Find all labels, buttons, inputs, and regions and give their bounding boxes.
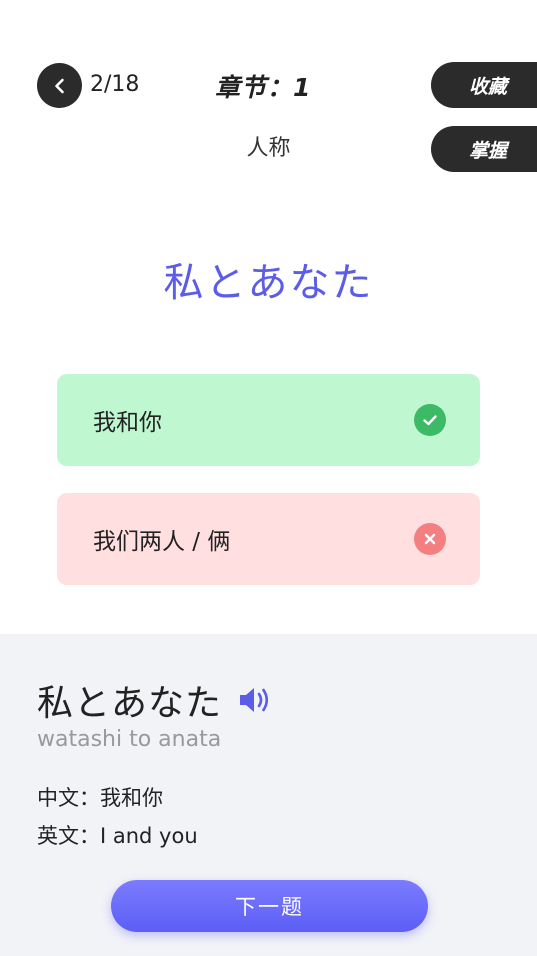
option-correct[interactable]: 我和你 <box>57 374 480 466</box>
english-label: 英文： <box>37 824 100 848</box>
favorite-button[interactable]: 收藏 <box>431 62 537 108</box>
detail-word: 私とあなた <box>37 683 223 724</box>
chinese-meaning: 中文：我和你 <box>37 782 163 812</box>
english-meaning: 英文：I and you <box>37 820 198 850</box>
topic-subtitle: 人称 <box>246 136 291 161</box>
option-wrong[interactable]: 我们两人 / 俩 <box>57 493 480 585</box>
answer-detail-panel: 私とあなた watashi to anata 中文：我和你 英文：I and y… <box>0 634 537 956</box>
chinese-label: 中文： <box>37 786 100 810</box>
next-question-button[interactable]: 下一题 <box>111 880 428 932</box>
close-icon <box>414 523 446 555</box>
english-value: I and you <box>100 824 198 848</box>
chinese-value: 我和你 <box>100 786 163 810</box>
question-text: 私とあなた <box>163 260 374 306</box>
romaji-text: watashi to anata <box>37 727 222 752</box>
option-label: 我和你 <box>93 410 162 436</box>
word-row: 私とあなた <box>37 674 272 726</box>
speaker-icon[interactable] <box>238 685 272 715</box>
check-icon <box>414 404 446 436</box>
option-label: 我们两人 / 俩 <box>93 529 231 555</box>
back-button[interactable] <box>37 63 82 108</box>
quiz-screen: 2/18 章节：1 收藏 掌握 人称 私とあなた 我和你 我们两人 / 俩 私と… <box>0 0 537 956</box>
chevron-left-icon <box>54 78 64 93</box>
progress-counter: 2/18 <box>90 72 140 97</box>
chapter-title: 章节：1 <box>215 73 312 102</box>
